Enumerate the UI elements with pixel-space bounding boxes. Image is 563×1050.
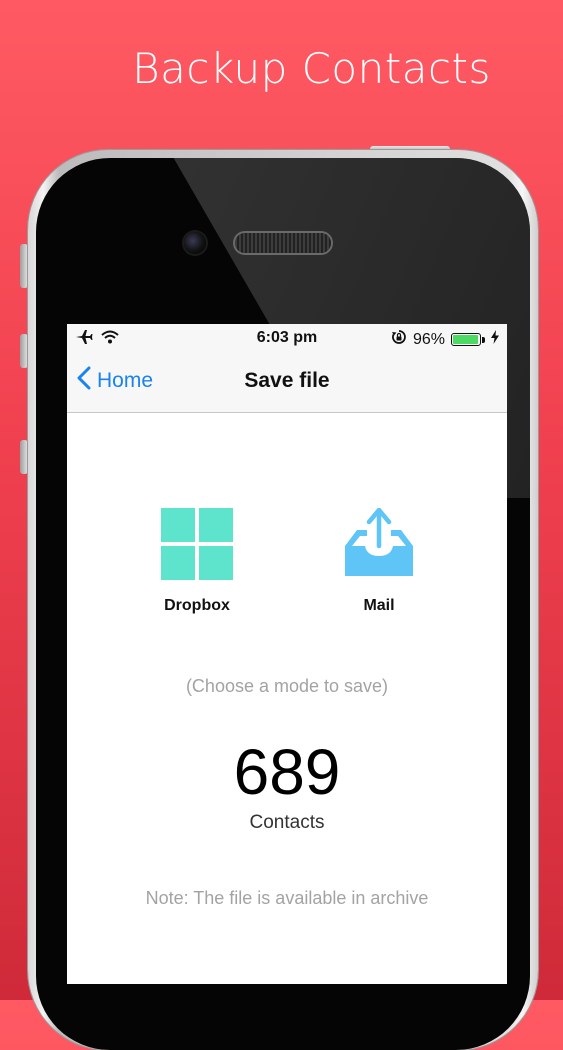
navigation-bar: Home Save file — [67, 352, 507, 413]
battery-percent: 96% — [412, 330, 445, 348]
rotation-lock-icon — [391, 329, 407, 350]
volume-down-button — [20, 440, 28, 474]
contact-count: 689 — [233, 736, 341, 808]
earpiece-speaker — [235, 233, 331, 253]
mode-hint: (Choose a mode to save) — [185, 676, 389, 696]
battery-icon — [451, 333, 481, 346]
mute-switch — [20, 244, 28, 288]
battery-tip — [482, 336, 485, 343]
charging-icon — [491, 330, 499, 349]
page-title: Save file — [244, 369, 330, 392]
dropbox-icon — [161, 508, 233, 584]
mail-option[interactable]: Mail — [319, 507, 439, 615]
dropbox-label: Dropbox — [164, 597, 230, 614]
mail-tray-icon — [343, 507, 415, 584]
mail-label: Mail — [363, 597, 395, 614]
promo-headline: Backup Contacts — [132, 44, 491, 93]
status-bar: 6:03 pm 96% — [67, 324, 507, 352]
app-screen: 6:03 pm 96% Home Save file Dropbox Mail … — [67, 324, 507, 984]
volume-up-button — [20, 334, 28, 368]
archive-note: Note: The file is available in archive — [145, 888, 429, 908]
front-camera — [184, 232, 206, 254]
contact-count-label: Contacts — [249, 812, 325, 833]
battery-level — [453, 335, 478, 344]
dropbox-option[interactable]: Dropbox — [137, 508, 257, 615]
